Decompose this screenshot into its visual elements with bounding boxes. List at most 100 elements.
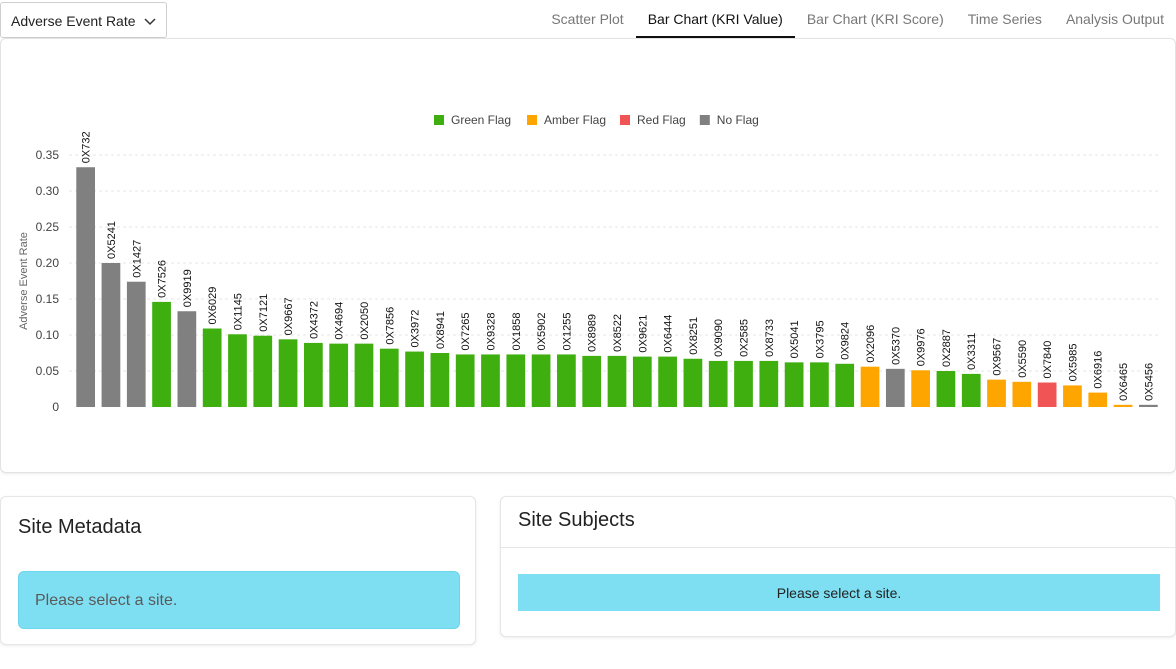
tab-time-series[interactable]: Time Series xyxy=(956,0,1054,38)
bar-label: 0X1858 xyxy=(511,313,523,351)
bar-0x1858 xyxy=(506,354,526,407)
metric-select-value: Adverse Event Rate xyxy=(11,13,136,29)
tab-bar-chart-kri-score[interactable]: Bar Chart (KRI Score) xyxy=(795,0,956,38)
bar-0x8989 xyxy=(582,355,602,407)
bar-0x8941 xyxy=(430,353,450,407)
legend-label: No Flag xyxy=(717,113,759,127)
bar-label: 0X7840 xyxy=(1042,341,1054,379)
bar-label: 0X8989 xyxy=(587,314,599,352)
tab-bar-chart-kri-value[interactable]: Bar Chart (KRI Value) xyxy=(635,0,795,38)
bar-0x5590 xyxy=(1012,381,1032,407)
bar-label: 0X2887 xyxy=(941,329,953,367)
bar-0x5041 xyxy=(784,362,804,407)
bar-label: 0X4372 xyxy=(308,301,320,339)
bar-label: 0X5241 xyxy=(106,221,118,259)
bar-0x9667 xyxy=(278,339,298,407)
bar-0x8733 xyxy=(759,360,779,407)
bar-0x6916 xyxy=(1088,392,1108,407)
bar-0x9090 xyxy=(708,360,728,407)
bar-label: 0X7856 xyxy=(384,307,396,345)
bar-0x9328 xyxy=(481,354,500,407)
bar-0x2050 xyxy=(354,343,374,407)
bar-label: 0X9567 xyxy=(992,338,1004,376)
legend-swatch-green xyxy=(434,115,444,125)
bar-0x6029 xyxy=(202,328,222,407)
bar-label: 0X7265 xyxy=(460,313,472,351)
legend-label: Amber Flag xyxy=(544,113,606,127)
bar-label: 0X1145 xyxy=(232,293,244,330)
site-metadata-alert: Please select a site. xyxy=(18,571,460,629)
bar-label: 0X7526 xyxy=(157,260,169,298)
bar-label: 0X1427 xyxy=(131,240,143,278)
bar-0x9976 xyxy=(911,370,930,407)
legend-swatch-amber xyxy=(527,115,537,125)
bar-label: 0X6916 xyxy=(1093,351,1105,389)
divider xyxy=(501,547,1175,548)
bar-label: 0X3311 xyxy=(966,333,978,370)
bar-label: 0X9976 xyxy=(916,328,928,366)
y-tick-label: 0.30 xyxy=(36,184,60,198)
chevron-down-icon xyxy=(144,18,156,26)
bar-0x5985 xyxy=(1063,385,1082,407)
bar-0x1145 xyxy=(228,334,247,407)
bar-label: 0X9919 xyxy=(182,269,194,307)
bar-0x9621 xyxy=(632,356,652,407)
bar-label: 0X5370 xyxy=(890,327,902,365)
bar-label: 0X2096 xyxy=(865,325,877,363)
bar-0x3972 xyxy=(405,351,424,407)
y-tick-label: 0.05 xyxy=(36,364,60,378)
bar-0x7526 xyxy=(152,301,171,407)
legend-swatch-none xyxy=(699,115,710,125)
bar-label: 0X1255 xyxy=(561,313,573,351)
view-tabs: Scatter Plot Bar Chart (KRI Value) Bar C… xyxy=(539,0,1176,40)
y-tick-label: 0.10 xyxy=(36,328,60,342)
bar-label: 0X8733 xyxy=(764,319,776,357)
tab-analysis-output[interactable]: Analysis Output xyxy=(1054,0,1176,38)
bar-label: 0X9328 xyxy=(485,313,497,351)
site-subjects-card: Site Subjects Please select a site. xyxy=(500,496,1176,637)
y-tick-label: 0.35 xyxy=(36,148,60,162)
bar-label: 0X9090 xyxy=(713,319,725,357)
bar-label: 0X732 xyxy=(81,131,93,163)
bar-label: 0X7121 xyxy=(258,294,270,332)
bar-label: 0X5985 xyxy=(1067,343,1079,381)
bar-0x7265 xyxy=(455,354,475,407)
tab-scatter-plot[interactable]: Scatter Plot xyxy=(539,0,635,38)
y-tick-label: 0.15 xyxy=(36,292,60,306)
bar-0x732 xyxy=(76,167,96,407)
bar-0x5902 xyxy=(531,354,551,407)
bar-0x5456 xyxy=(1138,404,1158,407)
site-metadata-card: Site Metadata Please select a site. xyxy=(0,496,476,645)
site-metadata-title: Site Metadata xyxy=(18,516,142,538)
bar-0x7121 xyxy=(253,335,273,407)
y-tick-label: 0 xyxy=(52,400,59,414)
bar-label: 0X5902 xyxy=(536,313,548,351)
bar-0x7856 xyxy=(379,348,399,407)
bar-label: 0X9824 xyxy=(840,322,852,360)
legend-swatch-red xyxy=(620,115,630,125)
bar-0x1255 xyxy=(557,354,576,407)
bar-0x5241 xyxy=(101,263,121,407)
chart-card: 0 0.05 0.10 0.15 0.20 0.25 0.30 0.35 Adverse Eve… xyxy=(0,38,1176,473)
bar-label: 0X6444 xyxy=(663,315,675,353)
bar-0x3795 xyxy=(810,362,829,407)
bar-label: 0X5590 xyxy=(1017,340,1029,378)
metric-select[interactable]: Adverse Event Rate xyxy=(0,2,167,38)
bar-0x9567 xyxy=(987,379,1006,407)
bar-0x8522 xyxy=(607,355,627,407)
bar-0x2585 xyxy=(734,360,753,407)
y-axis-title: Adverse Event Rate xyxy=(18,232,30,330)
bar-0x4694 xyxy=(329,343,349,407)
bar-0x1427 xyxy=(126,281,146,407)
bar-0x9919 xyxy=(177,311,197,407)
bar-label: 0X8941 xyxy=(435,311,447,349)
y-tick-label: 0.20 xyxy=(36,256,60,270)
bar-label: 0X5041 xyxy=(789,320,801,358)
bar-label: 0X8522 xyxy=(612,314,624,352)
y-tick-label: 0.25 xyxy=(36,220,60,234)
bar-0x8251 xyxy=(683,358,703,407)
bar-label: 0X2585 xyxy=(739,319,751,357)
top-bar: Adverse Event Rate Scatter Plot Bar Char… xyxy=(0,0,1176,40)
bar-label: 0X9667 xyxy=(283,297,295,335)
bar-0x9824 xyxy=(835,363,855,407)
